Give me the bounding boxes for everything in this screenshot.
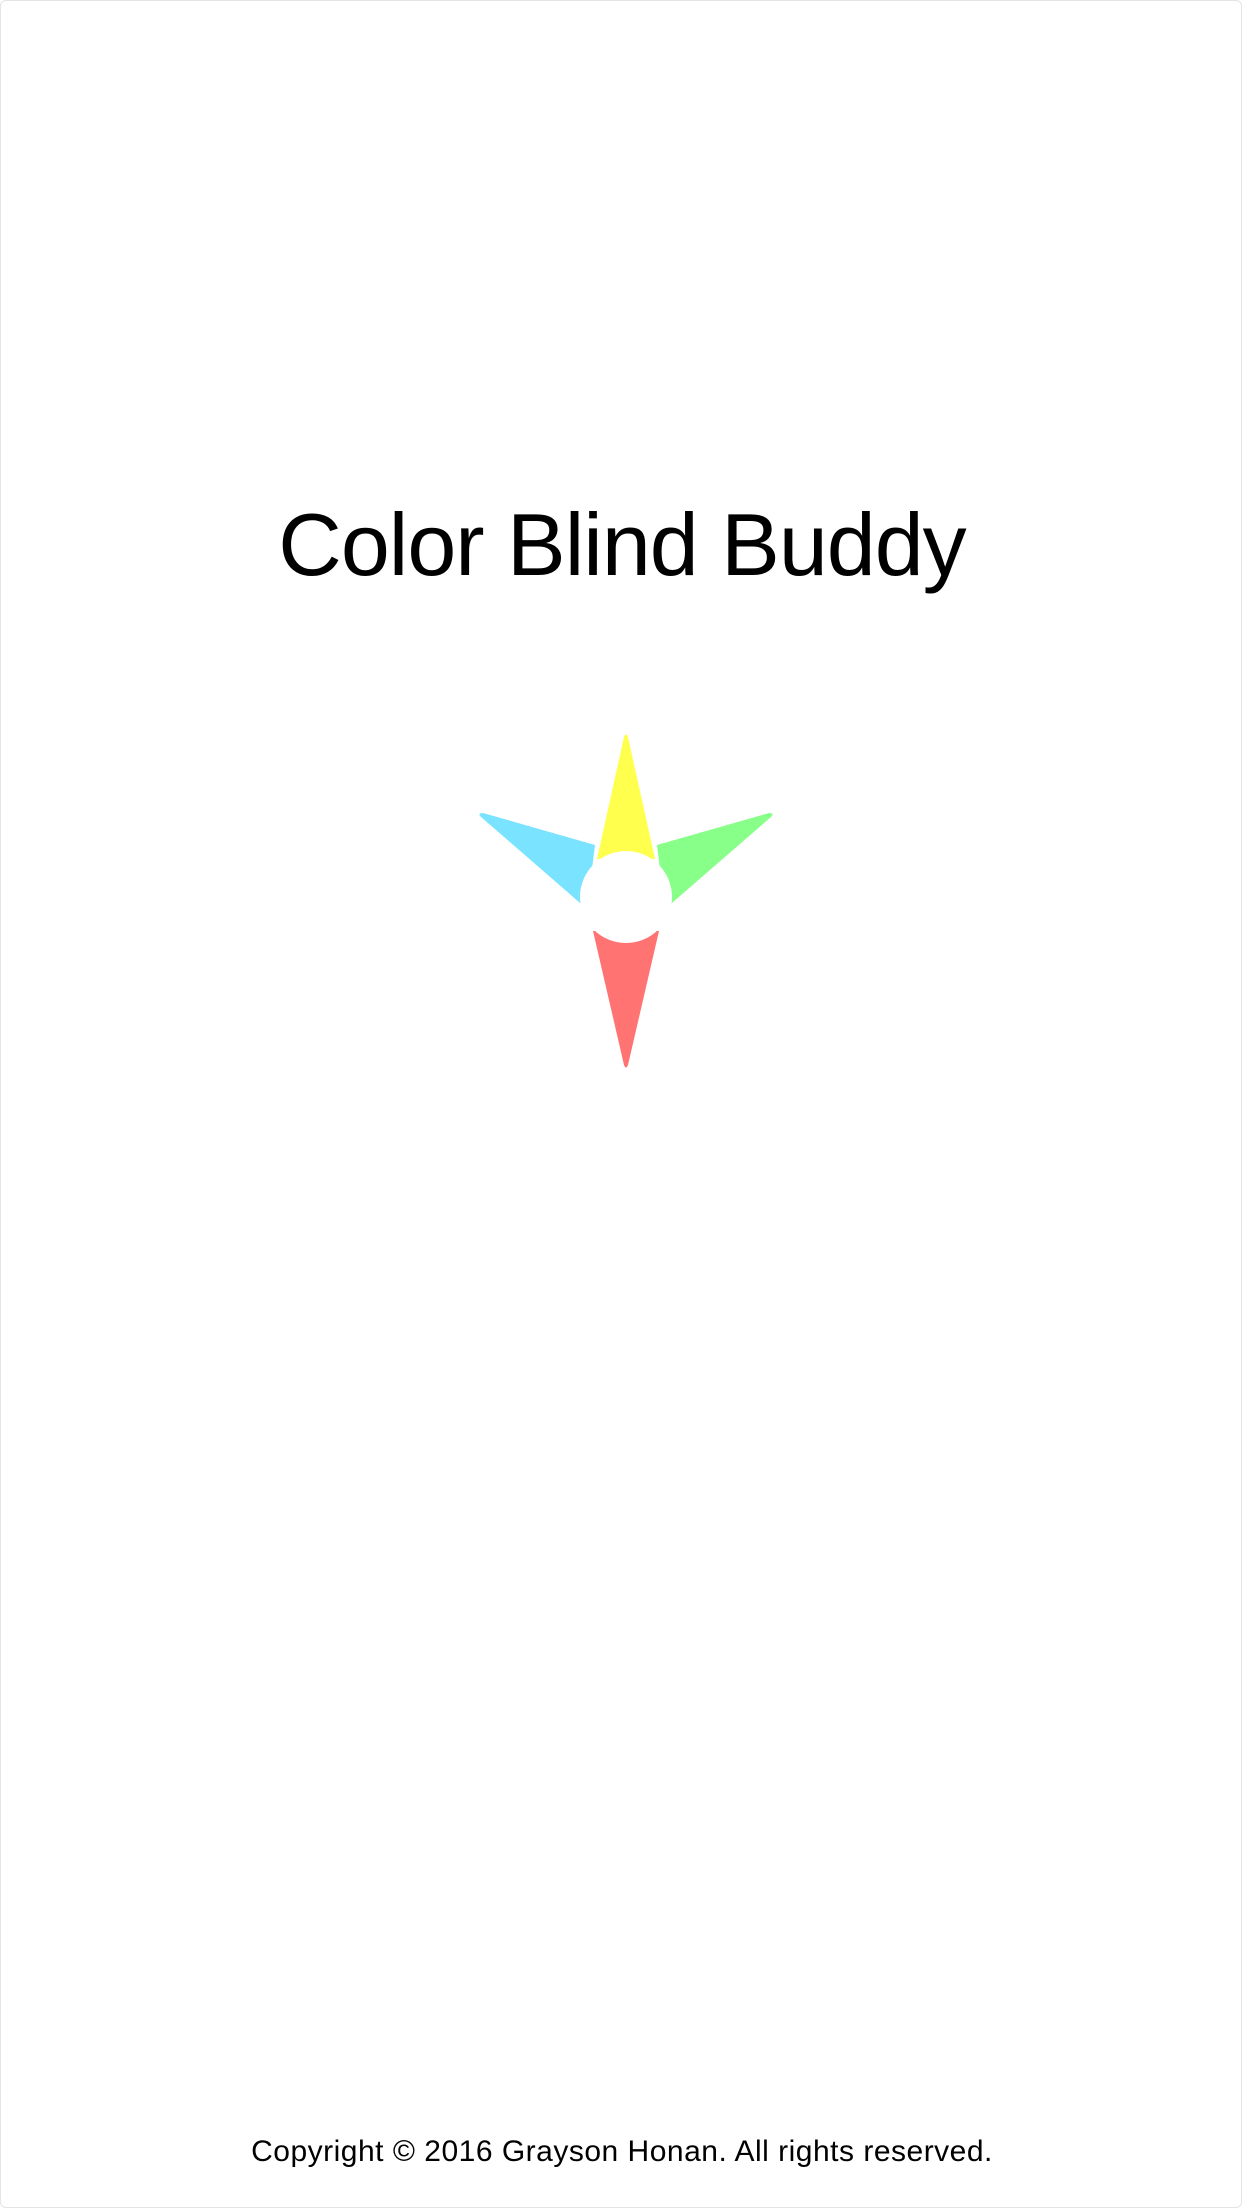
splash-screen: Color Blind Buddy Copyright © 2016 Grays… — [0, 0, 1242, 2208]
logo-center-circle — [580, 851, 672, 943]
app-title: Color Blind Buddy — [278, 495, 966, 594]
compass-star-icon — [479, 734, 773, 1068]
logo-point-left — [479, 813, 595, 909]
copyright-text: Copyright © 2016 Grayson Honan. All righ… — [251, 2135, 993, 2168]
logo-point-right — [657, 813, 773, 909]
logo-point-bottom — [593, 931, 659, 1068]
logo-point-top — [597, 734, 655, 859]
